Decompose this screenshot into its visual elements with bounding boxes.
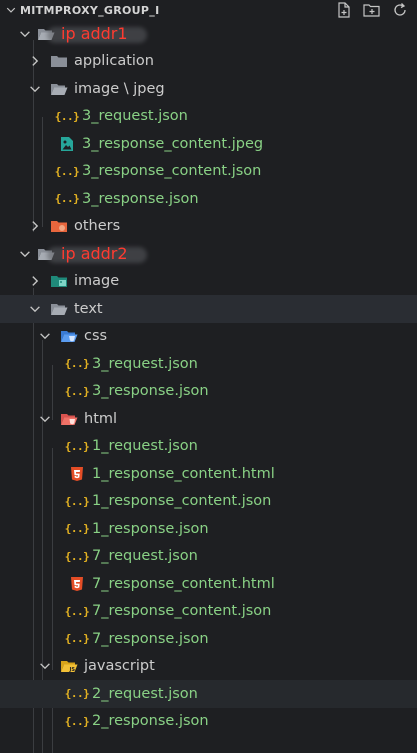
- file-label: 2_response.json: [92, 713, 209, 730]
- file-label: 1_response_content.json: [92, 493, 272, 510]
- chevron-down-icon[interactable]: [18, 27, 32, 41]
- html5-icon: [68, 575, 86, 593]
- folder-open-icon: [50, 80, 68, 98]
- folder-label: text: [74, 300, 103, 317]
- chevron-down-icon[interactable]: [28, 302, 42, 316]
- tree-file[interactable]: {..} 2_request.json: [0, 680, 417, 708]
- tree-folder-application[interactable]: application: [0, 48, 417, 76]
- file-label: 3_response.json: [82, 190, 199, 207]
- tree-folder-ip-addr2[interactable]: ip addr2: [0, 240, 417, 268]
- chevron-right-icon[interactable]: [28, 274, 42, 288]
- folder-label: image: [74, 273, 120, 290]
- chevron-down-icon[interactable]: [38, 659, 52, 673]
- file-label: 7_response.json: [92, 630, 209, 647]
- chevron-right-icon[interactable]: [28, 54, 42, 68]
- tree-folder-html[interactable]: html: [0, 405, 417, 433]
- tree-file[interactable]: {..} 7_request.json: [0, 543, 417, 571]
- file-label: 3_response_content.json: [82, 163, 262, 180]
- json-icon: {..}: [64, 522, 90, 536]
- folder-label: image \ jpeg: [74, 80, 165, 97]
- css-folder-icon: [60, 327, 78, 345]
- chevron-down-icon[interactable]: [4, 3, 18, 17]
- tree-folder-text[interactable]: text: [0, 295, 417, 323]
- json-icon: {..}: [54, 109, 80, 123]
- json-icon: {..}: [64, 384, 90, 398]
- file-label: 3_request.json: [92, 355, 198, 372]
- svg-text:JS: JS: [69, 667, 76, 673]
- html-folder-icon: [60, 410, 78, 428]
- json-icon: {..}: [64, 549, 90, 563]
- json-icon: {..}: [64, 687, 90, 701]
- tree-file[interactable]: {..} 1_request.json: [0, 433, 417, 461]
- chevron-down-icon[interactable]: [38, 412, 52, 426]
- file-tree: ip addr1 application image \ jpeg {..} 3…: [0, 20, 417, 753]
- file-label: 3_response.json: [92, 383, 209, 400]
- folder-icon: [50, 52, 68, 70]
- refresh-icon[interactable]: [391, 1, 409, 19]
- tree-folder-css[interactable]: css: [0, 323, 417, 351]
- file-label: 7_response_content.html: [92, 575, 275, 592]
- tree-file[interactable]: 1_response_content.html: [0, 460, 417, 488]
- ip-label: ip addr1: [47, 24, 147, 44]
- file-label: 7_response_content.json: [92, 603, 272, 620]
- explorer-actions: [335, 1, 409, 19]
- image-folder-icon: [50, 272, 68, 290]
- json-icon: {..}: [64, 604, 90, 618]
- explorer-header[interactable]: MITMPROXY_GROUP_I: [0, 0, 417, 20]
- ip-label: ip addr2: [47, 244, 147, 264]
- chevron-down-icon[interactable]: [18, 247, 32, 261]
- tree-folder-ip-addr1[interactable]: ip addr1: [0, 20, 417, 48]
- folder-open-icon: [50, 300, 68, 318]
- folder-label: css: [84, 328, 108, 345]
- chevron-down-icon[interactable]: [38, 329, 52, 343]
- tree-file[interactable]: {..} 3_response.json: [0, 185, 417, 213]
- json-icon: {..}: [64, 357, 90, 371]
- tree-file[interactable]: {..} 1_response.json: [0, 515, 417, 543]
- json-icon: {..}: [64, 439, 90, 453]
- folder-label: application: [74, 53, 154, 70]
- tree-file[interactable]: 3_response_content.jpeg: [0, 130, 417, 158]
- tree-file[interactable]: {..} 1_response_content.json: [0, 488, 417, 516]
- json-icon: {..}: [64, 632, 90, 646]
- tree-file[interactable]: {..} 7_response_content.json: [0, 598, 417, 626]
- file-label: 1_response.json: [92, 520, 209, 537]
- json-icon: {..}: [54, 192, 80, 206]
- folder-label: others: [74, 218, 121, 235]
- json-icon: {..}: [64, 494, 90, 508]
- tree-folder-javascript[interactable]: JS javascript: [0, 653, 417, 681]
- others-folder-icon: [50, 217, 68, 235]
- tree-file[interactable]: {..} 2_response.json: [0, 708, 417, 736]
- tree-file[interactable]: {..} 3_request.json: [0, 350, 417, 378]
- tree-file[interactable]: 7_response_content.html: [0, 570, 417, 598]
- html5-icon: [68, 465, 86, 483]
- chevron-down-icon[interactable]: [28, 82, 42, 96]
- javascript-folder-icon: JS: [60, 657, 78, 675]
- file-label: 1_response_content.html: [92, 465, 275, 482]
- tree-file[interactable]: {..} 3_response_content.json: [0, 158, 417, 186]
- tree-file[interactable]: {..} 7_response.json: [0, 625, 417, 653]
- file-label: 2_request.json: [92, 685, 198, 702]
- new-folder-icon[interactable]: [363, 1, 381, 19]
- chevron-right-icon[interactable]: [28, 219, 42, 233]
- json-icon: {..}: [54, 164, 80, 178]
- new-file-icon[interactable]: [335, 1, 353, 19]
- tree-folder-image-jpeg[interactable]: image \ jpeg: [0, 75, 417, 103]
- file-label: 7_request.json: [92, 548, 198, 565]
- explorer-title: MITMPROXY_GROUP_I: [20, 3, 160, 17]
- tree-file[interactable]: {..} 3_request.json: [0, 103, 417, 131]
- folder-label: html: [84, 410, 118, 427]
- tree-folder-image[interactable]: image: [0, 268, 417, 296]
- file-label: 3_request.json: [82, 108, 188, 125]
- file-label: 1_request.json: [92, 438, 198, 455]
- file-label: 3_response_content.jpeg: [82, 135, 264, 152]
- json-icon: {..}: [64, 714, 90, 728]
- image-file-icon: [58, 135, 76, 153]
- folder-label: javascript: [84, 658, 155, 675]
- tree-file[interactable]: {..} 3_response.json: [0, 378, 417, 406]
- tree-folder-others[interactable]: others: [0, 213, 417, 241]
